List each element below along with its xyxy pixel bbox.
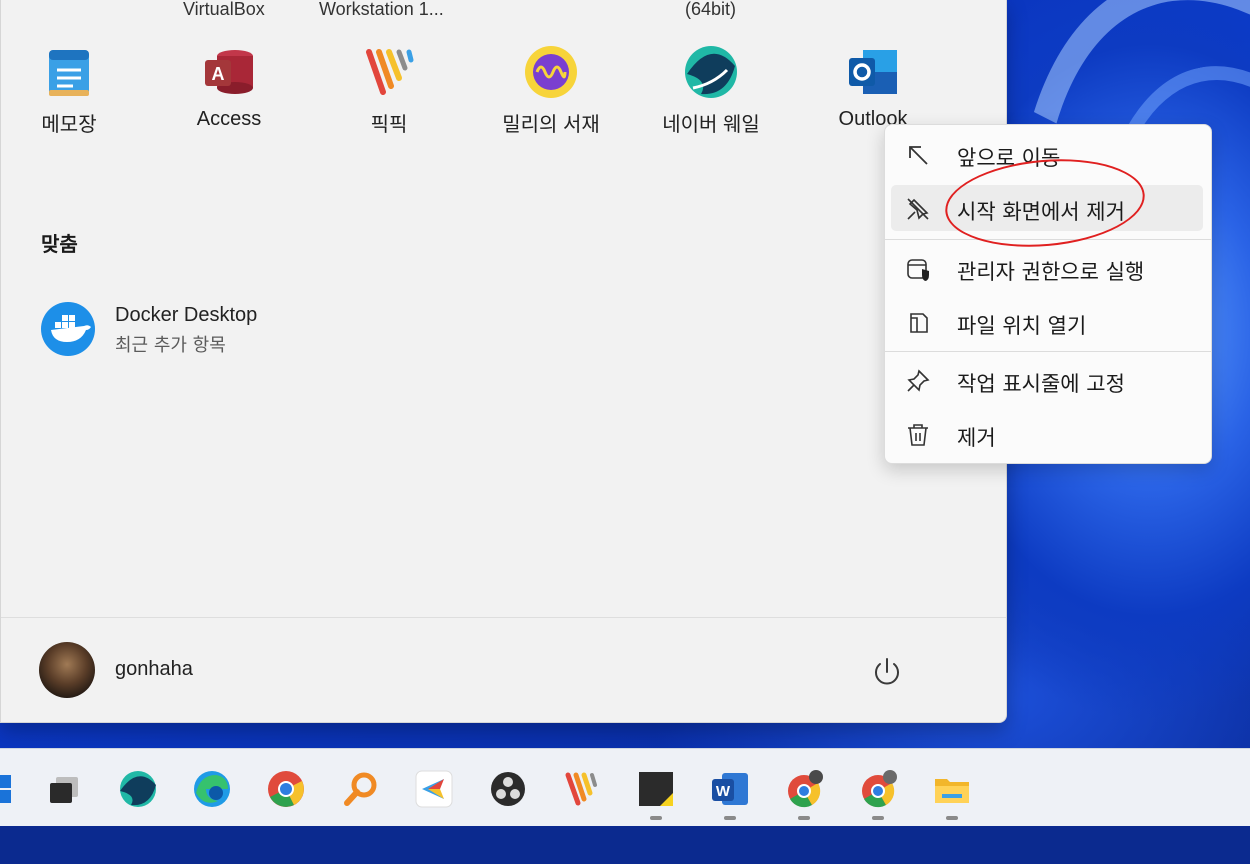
svg-text:A: A (212, 64, 225, 84)
menu-item-label: 관리자 권한으로 실행 (957, 260, 1145, 284)
app-label: 밀리의 서재 (502, 114, 600, 136)
taskbar-obs[interactable] (484, 765, 532, 813)
taskbar-sticky-app[interactable] (632, 765, 680, 813)
footer-divider (1, 617, 1006, 618)
search-magnifier-icon (344, 772, 377, 806)
app-label: 네이버 웨일 (662, 114, 760, 136)
millie-icon (523, 44, 579, 100)
menu-item-label: 작업 표시줄에 고정 (957, 372, 1125, 396)
taskbar-picpick[interactable] (558, 765, 606, 813)
picpick-icon (361, 44, 417, 100)
word-icon: W (712, 773, 748, 805)
taskbar-chrome-profile-2[interactable] (854, 765, 902, 813)
taskbar-file-explorer[interactable] (928, 765, 976, 813)
taskbar-chrome-profile-1[interactable] (780, 765, 828, 813)
pinned-app-naver-whale[interactable]: 네이버 웨일 (641, 44, 781, 144)
start-icon (0, 775, 11, 803)
previous-app-row: VirtualBox Workstation 1... (64bit) (1, 0, 1006, 22)
app-label: 픽픽 (370, 114, 408, 136)
pinned-app-picpick[interactable]: 픽픽 (319, 44, 459, 144)
recommended-item-subtitle: 최근 추가 항목 (115, 335, 226, 356)
arrow-up-left-icon (909, 146, 928, 165)
menu-item-run-as-admin[interactable]: 관리자 권한으로 실행 (891, 245, 1203, 291)
user-name: gonhaha (115, 658, 193, 680)
app-label-virtualbox[interactable]: VirtualBox (183, 0, 265, 20)
user-account-button[interactable]: gonhaha (39, 642, 339, 700)
pin-icon (907, 369, 930, 392)
app-label: Access (196, 108, 262, 130)
access-icon: A (201, 44, 257, 100)
recommended-item-name: Docker Desktop (115, 304, 258, 326)
unpin-icon (907, 198, 929, 220)
notepad-icon (41, 44, 97, 100)
taskbar-start-button[interactable] (0, 765, 20, 813)
file-explorer-icon (935, 779, 969, 803)
sticky-app-icon (639, 772, 673, 806)
svg-text:W: W (716, 783, 731, 800)
menu-item-label: 제거 (957, 426, 996, 450)
menu-item-open-file-location[interactable]: 파일 위치 열기 (891, 299, 1203, 345)
app-label-workstation[interactable]: Workstation 1... (319, 0, 444, 20)
power-button[interactable] (867, 652, 907, 692)
open-file-location-icon (910, 313, 928, 333)
start-menu: VirtualBox Workstation 1... (64bit) 메모장 (0, 0, 1007, 723)
menu-item-pin-to-taskbar[interactable]: 작업 표시줄에 고정 (891, 357, 1203, 403)
picpick-icon (565, 772, 597, 806)
taskbar-naver-whale[interactable] (114, 765, 162, 813)
chrome-profile-icon (788, 770, 823, 808)
menu-item-uninstall[interactable]: 제거 (891, 411, 1203, 457)
chrome-icon (268, 771, 304, 807)
edge-icon (194, 771, 230, 807)
app-arrow-icon (415, 770, 453, 808)
taskbar-search-app[interactable] (336, 765, 384, 813)
outlook-icon (845, 44, 901, 100)
app-label: 메모장 (41, 114, 97, 136)
obs-icon (491, 772, 525, 806)
naver-whale-icon (683, 44, 739, 100)
pinned-app-millie[interactable]: 밀리의 서재 (481, 44, 621, 144)
pinned-app-access[interactable]: A Access (159, 44, 299, 144)
admin-shield-icon (907, 259, 929, 281)
docker-icon (41, 302, 95, 356)
menu-separator (885, 351, 1211, 352)
naver-whale-icon (120, 771, 156, 807)
task-view-icon (50, 777, 78, 803)
trash-icon (908, 424, 928, 446)
menu-item-label: 파일 위치 열기 (957, 314, 1087, 338)
recommended-section-title: 맞춤 (41, 232, 78, 256)
taskbar-task-view[interactable] (40, 765, 88, 813)
taskbar-edge[interactable] (188, 765, 236, 813)
taskbar-word[interactable]: W (706, 765, 754, 813)
pinned-app-notepad[interactable]: 메모장 (0, 44, 139, 144)
recommended-item-docker[interactable]: Docker Desktop 최근 추가 항목 (37, 298, 457, 362)
chrome-profile-icon (862, 770, 897, 808)
taskbar-chrome[interactable] (262, 765, 310, 813)
avatar (39, 642, 95, 698)
app-label-64bit[interactable]: (64bit) (685, 0, 736, 20)
taskbar: W (0, 748, 1250, 826)
power-icon (875, 658, 899, 685)
taskbar-app-arrow[interactable] (410, 765, 458, 813)
